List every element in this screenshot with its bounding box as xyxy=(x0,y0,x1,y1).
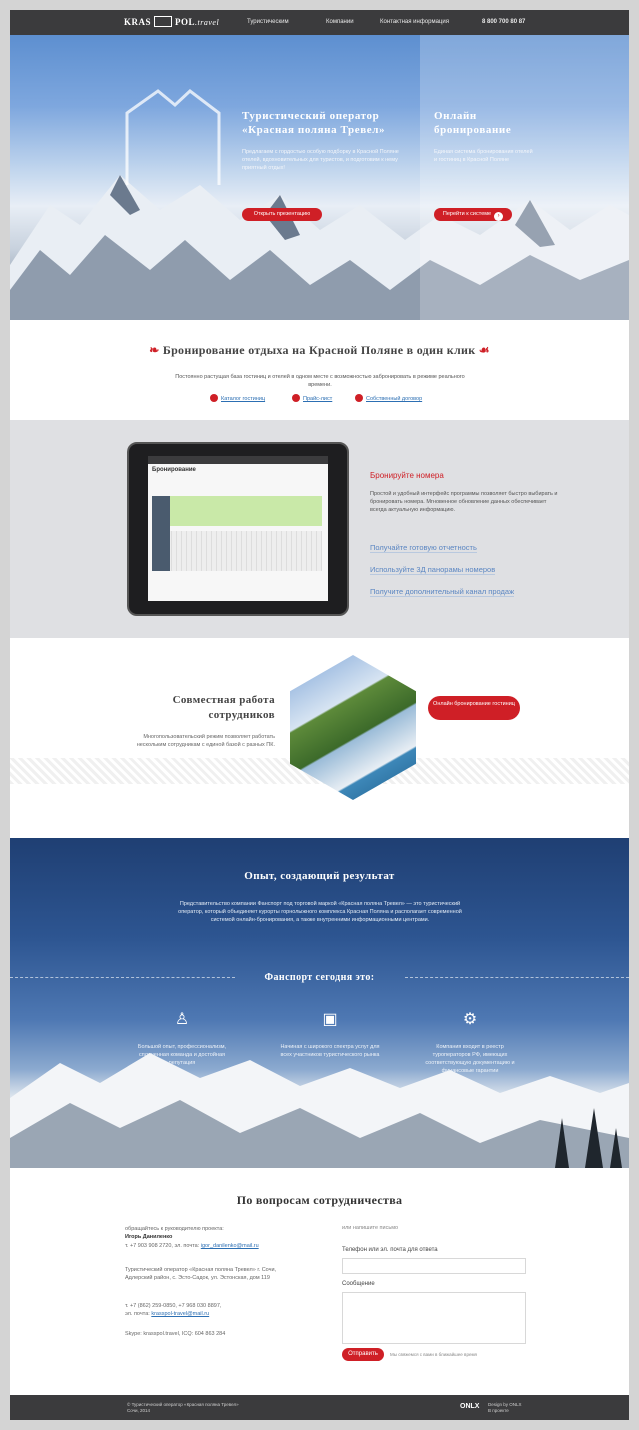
ipad-image: Бронирование xyxy=(127,442,349,616)
contact-phone-text: т. +7 903 908 2720, эл. почта: xyxy=(125,1243,200,1249)
contact-title: По вопросам сотрудничества xyxy=(236,1193,403,1207)
contact-phone: т. +7 903 908 2720, эл. почта: igor_dani… xyxy=(125,1242,305,1250)
briefcase-icon: ▣ xyxy=(322,1011,338,1028)
contact-name: Игорь Даниленко xyxy=(125,1233,305,1241)
user-badge-icon: ♙ xyxy=(174,1011,190,1028)
hero-left-text: Предлагаем с гордостью особую подборку в… xyxy=(242,149,399,171)
header-phone: 8 800 700 80 87 xyxy=(482,19,526,25)
design-credit-line2: В проекте xyxy=(488,1408,509,1413)
hero-left-title: Туристический оператор «Красная поляна Т… xyxy=(242,110,386,136)
screen-topbar xyxy=(148,456,328,464)
ipad-screen: Бронирование xyxy=(148,456,328,601)
experience-text: Представительство компании Фанспорт под … xyxy=(178,901,462,923)
hero-banner: Туристический оператор «Красная поляна Т… xyxy=(10,35,629,320)
booking-title: ❧ Бронирование отдыха на Красной Поляне … xyxy=(10,343,629,358)
fansport-subtitle: Фанспорт сегодня это: xyxy=(264,972,375,983)
send-label: Отправить xyxy=(348,1351,378,1357)
calendar-grid xyxy=(152,496,322,526)
company-email-label: эл. почта: xyxy=(125,1311,150,1317)
contract-link-label: Собственный договор xyxy=(366,396,423,402)
ipad-heading: Бронируйте номера xyxy=(370,471,444,480)
skype-icq: Skype: krasspol.travel, ICQ: 604 863 284 xyxy=(125,1331,226,1337)
contact-intro: обращайтесь к руководителю проекта: xyxy=(125,1226,224,1232)
price-list-link-label: Прайс-лист xyxy=(303,396,333,402)
online-booking-button[interactable]: Онлайн бронирование гостиниц xyxy=(428,696,520,720)
contract-icon xyxy=(355,394,363,402)
calendar-grid-lower xyxy=(152,531,322,571)
logo-mark-icon xyxy=(154,16,173,27)
hero-right-text: Единая система бронирования отелей и гос… xyxy=(434,149,533,163)
top-navbar: KRAS POL.travel Туристическим Компании Ко… xyxy=(10,10,629,35)
room-list xyxy=(152,496,170,571)
feature-experience: Большой опыт, профессионализм, сплоченна… xyxy=(137,1044,227,1066)
nav-item-contacts[interactable]: Контактная информация xyxy=(380,19,449,25)
footer: © Туристический оператор «Красная поляна… xyxy=(10,1395,629,1420)
hero-right-title: Онлайн бронирование xyxy=(434,110,512,136)
open-presentation-button[interactable]: Открыть презентацию xyxy=(242,208,322,221)
reply-field-label: Телефон или эл. почта для ответа xyxy=(342,1247,438,1253)
design-credit: Design by ONLX В проекте xyxy=(488,1402,522,1414)
collab-title: Совместная работа сотрудников xyxy=(172,694,275,721)
ipad-text: Простой и удобный интерфейс программы по… xyxy=(370,491,558,513)
open-presentation-label: Открыть презентацию xyxy=(253,211,311,217)
reply-contact-input[interactable] xyxy=(342,1258,526,1274)
company-phones: т. +7 (862) 259-0850, +7 968 030 8897, xyxy=(125,1303,222,1309)
email-link-1[interactable]: igor_danilenko@mail.ru xyxy=(201,1243,259,1249)
experience-title: Опыт, создающий результат xyxy=(244,870,395,882)
price-list-icon xyxy=(292,394,300,402)
collab-section: Совместная работа сотрудников Многопольз… xyxy=(10,638,629,838)
onlx-logo[interactable]: ONLX xyxy=(460,1403,479,1410)
form-intro: или напишите письмо xyxy=(342,1225,399,1231)
ornament-right-icon: ☙ xyxy=(475,343,490,357)
catalog-icon xyxy=(210,394,218,402)
page: KRAS POL.travel Туристическим Компании Ко… xyxy=(10,10,629,1420)
collab-text: Многопользовательский режим позволяет ра… xyxy=(136,734,275,748)
contact-name-text: Игорь Даниленко xyxy=(125,1234,173,1240)
feature-registry: Компания входит в реестр туроператоров Р… xyxy=(425,1044,515,1074)
price-list-link[interactable]: Прайс-лист xyxy=(292,394,332,402)
arrow-right-icon: › xyxy=(494,212,504,221)
feature-sales-channel: Получите дополнительный канал продаж xyxy=(370,587,515,597)
mountains-bg-image xyxy=(10,1053,629,1168)
screen-title: Бронирование xyxy=(152,467,196,473)
booking-subtitle: Постоянно растущая база гостиниц и отеле… xyxy=(175,374,465,388)
ornament-left-icon: ❧ xyxy=(149,343,163,357)
company-address: Туристический оператор «Красная поляна Т… xyxy=(125,1267,277,1281)
go-to-system-label: Перейти к системе xyxy=(442,211,492,217)
contract-link[interactable]: Собственный договор xyxy=(355,394,422,402)
medal-icon: ⚙ xyxy=(462,1011,478,1028)
nav-item-company[interactable]: Компании xyxy=(326,19,354,25)
company-email: эл. почта: krasspol-travel@mail.ru xyxy=(125,1310,305,1318)
send-button[interactable]: Отправить xyxy=(342,1348,384,1361)
catalog-link[interactable]: Каталог гостиниц xyxy=(210,394,265,402)
message-field-label: Сообщение xyxy=(342,1281,375,1287)
hero-right-panel xyxy=(420,35,629,320)
experience-section: Опыт, создающий результат Представительс… xyxy=(10,838,629,1168)
booking-title-text: Бронирование отдыха на Красной Поляне в … xyxy=(162,343,476,357)
logo[interactable]: KRAS POL.travel xyxy=(124,16,219,27)
logo-left: KRAS xyxy=(124,17,152,27)
online-booking-label: Онлайн бронирование гостиниц xyxy=(433,701,515,707)
feature-3d-panoramas: Используйте 3Д панорамы номеров xyxy=(370,565,496,575)
logo-right: POL xyxy=(175,17,196,27)
go-to-system-button[interactable]: Перейти к системе › xyxy=(434,208,512,221)
logo-suffix: .travel xyxy=(195,18,220,27)
feature-services: Начиная с широкого спектра услуг для все… xyxy=(280,1044,380,1058)
catalog-link-label: Каталог гостиниц xyxy=(221,396,266,402)
nav-item-tourists[interactable]: Туристическим xyxy=(247,19,289,25)
message-textarea[interactable] xyxy=(342,1292,526,1344)
feature-reports: Получайте готовую отчетность xyxy=(370,543,477,553)
send-note: Мы свяжемся с вами в ближайшее время xyxy=(390,1352,477,1357)
email-link-2[interactable]: krasspol-travel@mail.ru xyxy=(151,1311,209,1317)
ipad-section: Бронирование Бронируйте номера Простой и… xyxy=(10,420,629,638)
copyright-city: Сочи, 2014 xyxy=(127,1408,151,1413)
copyright: © Туристический оператор «Красная поляна… xyxy=(127,1402,239,1414)
